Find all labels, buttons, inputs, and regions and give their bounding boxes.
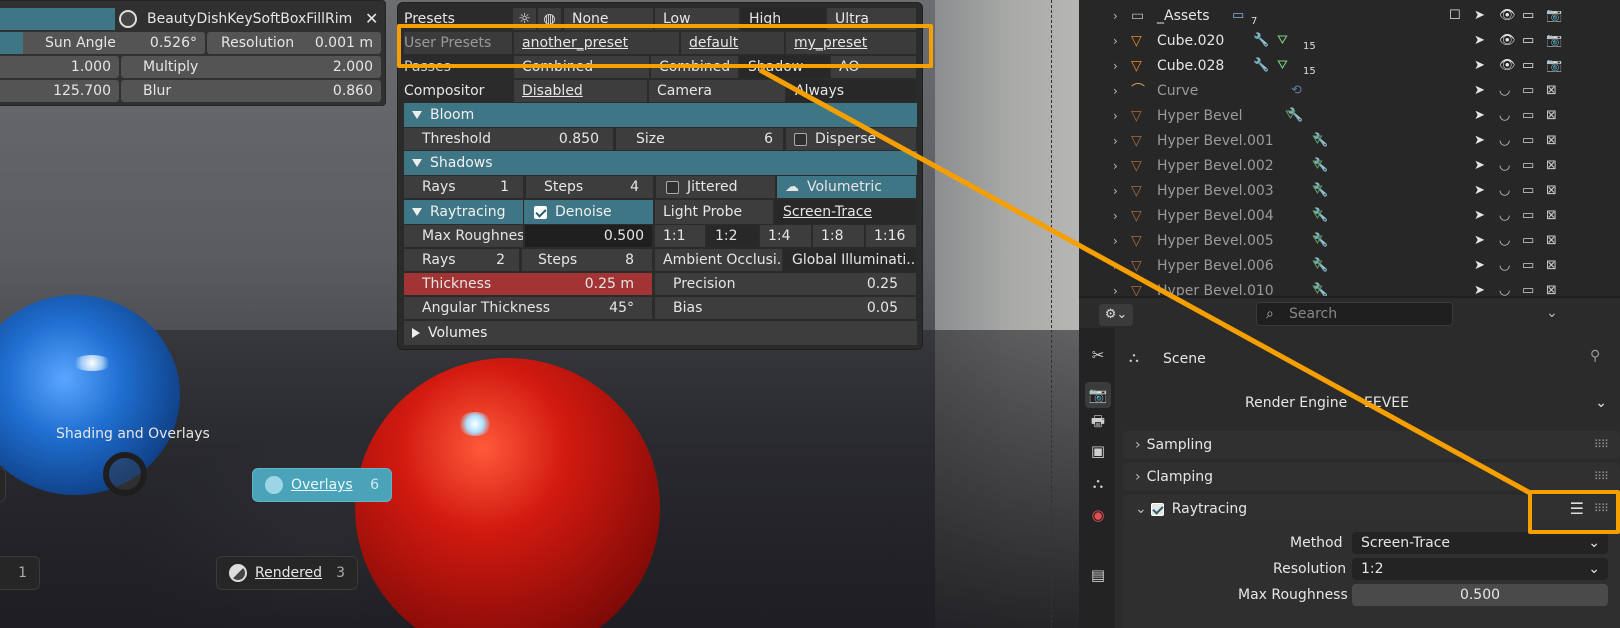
annotation-line [758, 67, 1534, 497]
annotation-arrow [758, 67, 1534, 497]
